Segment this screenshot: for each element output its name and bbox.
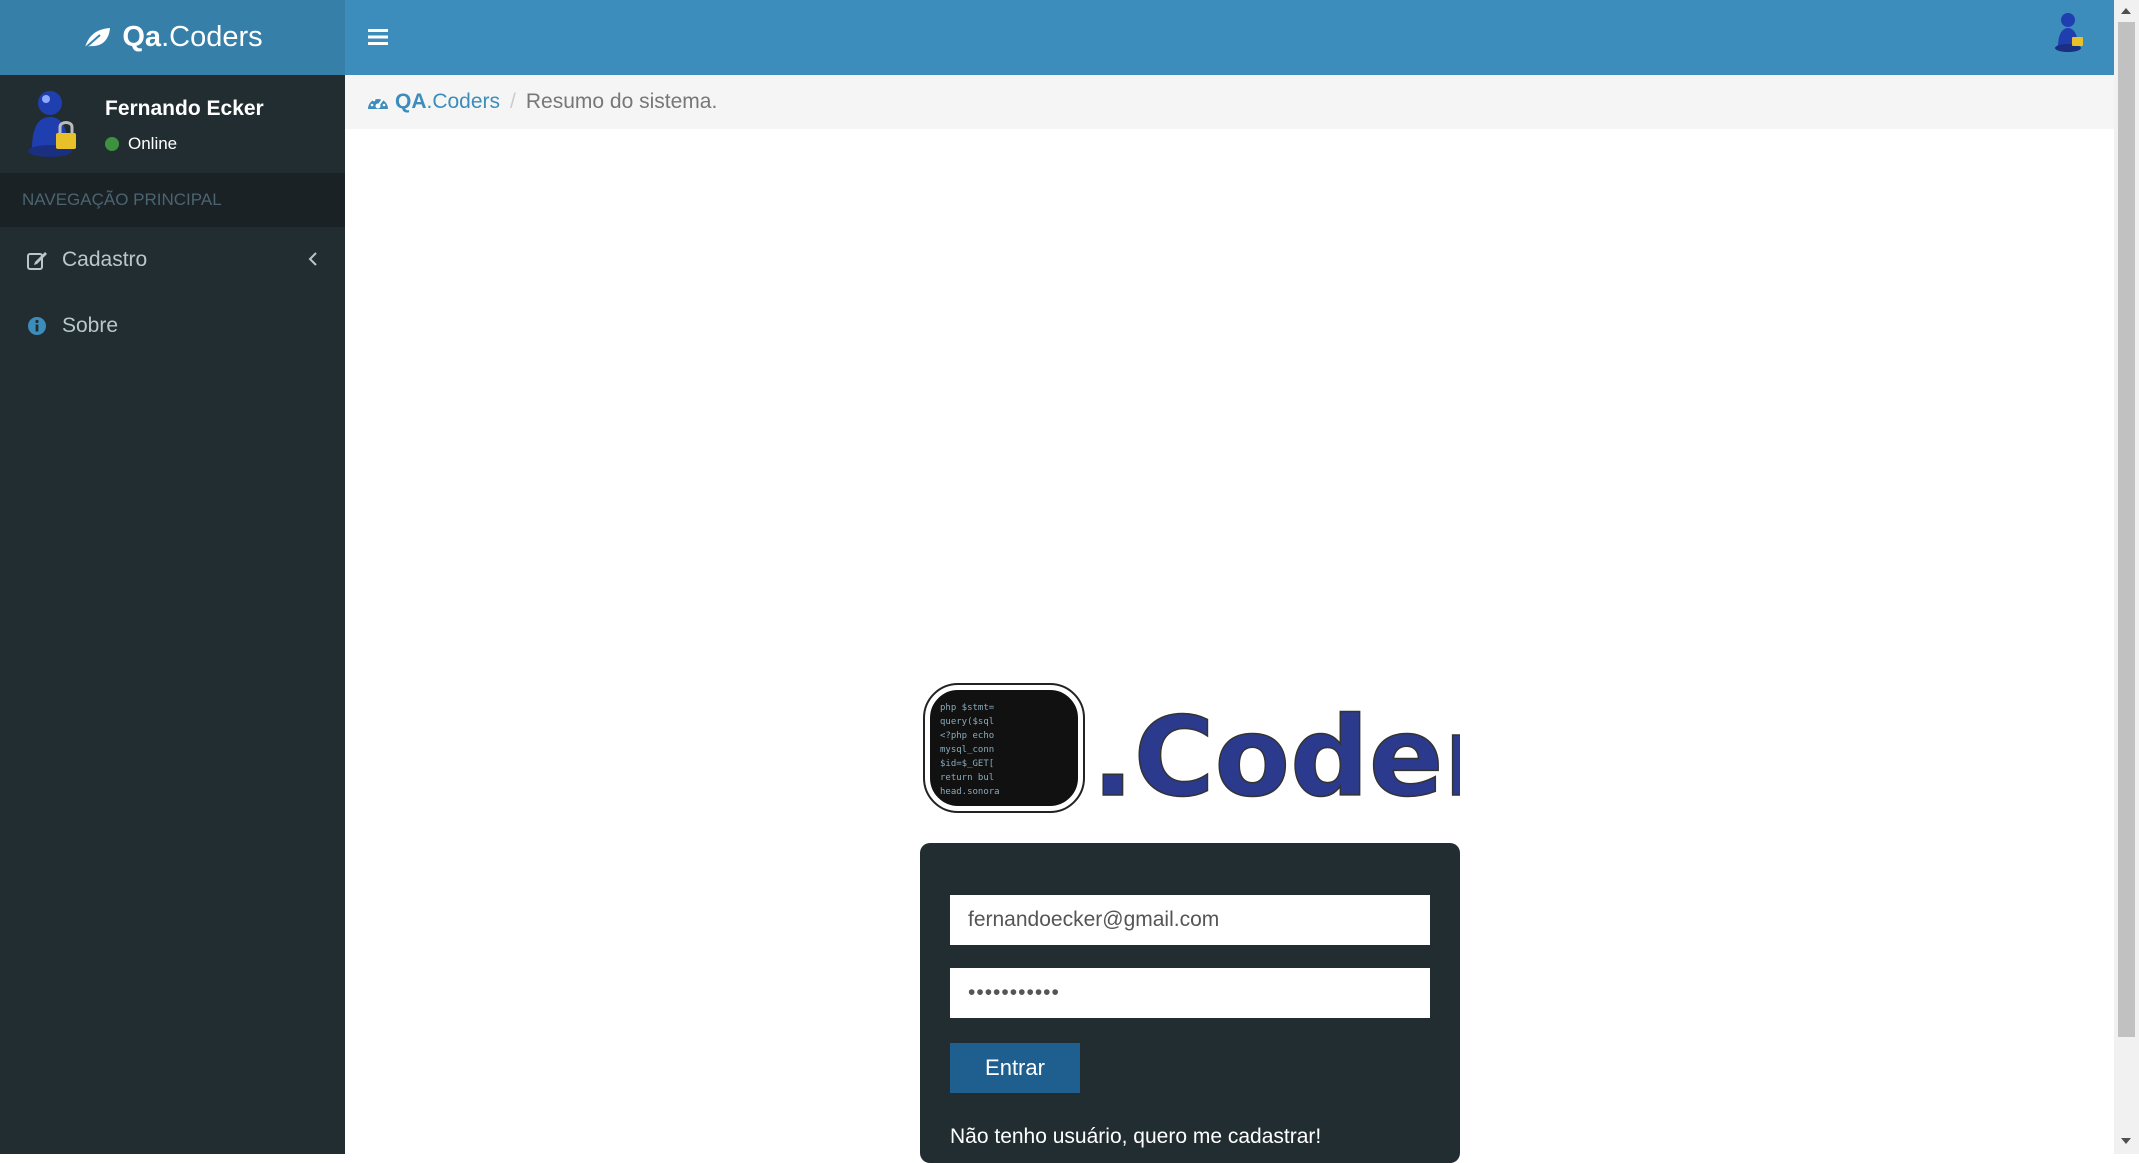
online-status-icon [105,137,119,151]
sidebar-item-sobre[interactable]: Sobre [0,296,345,356]
scroll-up-icon[interactable] [2120,6,2132,16]
user-name: Fernando Ecker [105,97,264,120]
breadcrumb-separator: / [510,90,516,113]
breadcrumb-home-bold: QA [395,90,427,113]
svg-text:$id=$_GET[: $id=$_GET[ [940,759,994,769]
page-scrollbar[interactable] [2114,0,2139,1154]
sidebar-item-label: Cadastro [62,248,148,271]
breadcrumb-current: Resumo do sistema. [525,90,718,113]
leaf-icon [83,27,111,50]
register-link[interactable]: Não tenho usuário, quero me cadastrar! [950,1125,1321,1149]
app-logo[interactable]: Qa .Coders [0,0,345,75]
svg-text:head.sonora: head.sonora [940,787,1000,797]
login-form: fernandoecker@gmail.com ••••••••••• Entr… [920,843,1460,1163]
qacoders-logo-image: php $stmt= query($sql <?php echo mysql_c… [923,683,1460,820]
status-text: Online [128,134,178,153]
sidebar: Qa .Coders Fernando Ecker Online NAVEGAÇÃ… [0,0,345,1154]
breadcrumb-home-link[interactable]: QA .Coders [367,90,500,114]
breadcrumb: QA .Coders / Resumo do sistema. [345,75,2114,129]
breadcrumb-home-rest: .Coders [426,90,501,113]
svg-text:.Coders: .Coders [1092,693,1460,820]
scrollbar-thumb[interactable] [2118,22,2135,1037]
avatar [28,91,76,157]
svg-text:return bul: return bul [940,773,994,783]
edit-icon [26,249,48,271]
sidebar-item-label: Sobre [62,314,119,337]
scroll-down-icon[interactable] [2120,1136,2132,1146]
svg-text:php $stmt=: php $stmt= [940,703,995,713]
logo-rest-text: .Coders [161,21,263,53]
svg-text:mysql_conn: mysql_conn [940,745,994,755]
user-panel: Fernando Ecker Online [0,75,345,173]
email-field[interactable]: fernandoecker@gmail.com [950,895,1430,945]
info-icon [26,315,48,337]
user-menu-avatar[interactable] [2052,11,2086,53]
user-status: Online [105,134,177,154]
dashboard-icon [368,98,388,109]
menu-toggle-icon[interactable] [367,26,389,48]
svg-text:query($sql: query($sql [940,717,994,727]
password-field[interactable]: ••••••••••• [950,968,1430,1018]
svg-text:<?php echo: <?php echo [940,731,994,741]
chevron-left-icon [308,252,317,266]
login-button[interactable]: Entrar [950,1043,1080,1093]
logo-bold-text: Qa [122,21,162,53]
sidebar-item-cadastro[interactable]: Cadastro [0,230,345,290]
top-navbar [345,0,2114,75]
nav-header: NAVEGAÇÃO PRINCIPAL [0,173,345,227]
